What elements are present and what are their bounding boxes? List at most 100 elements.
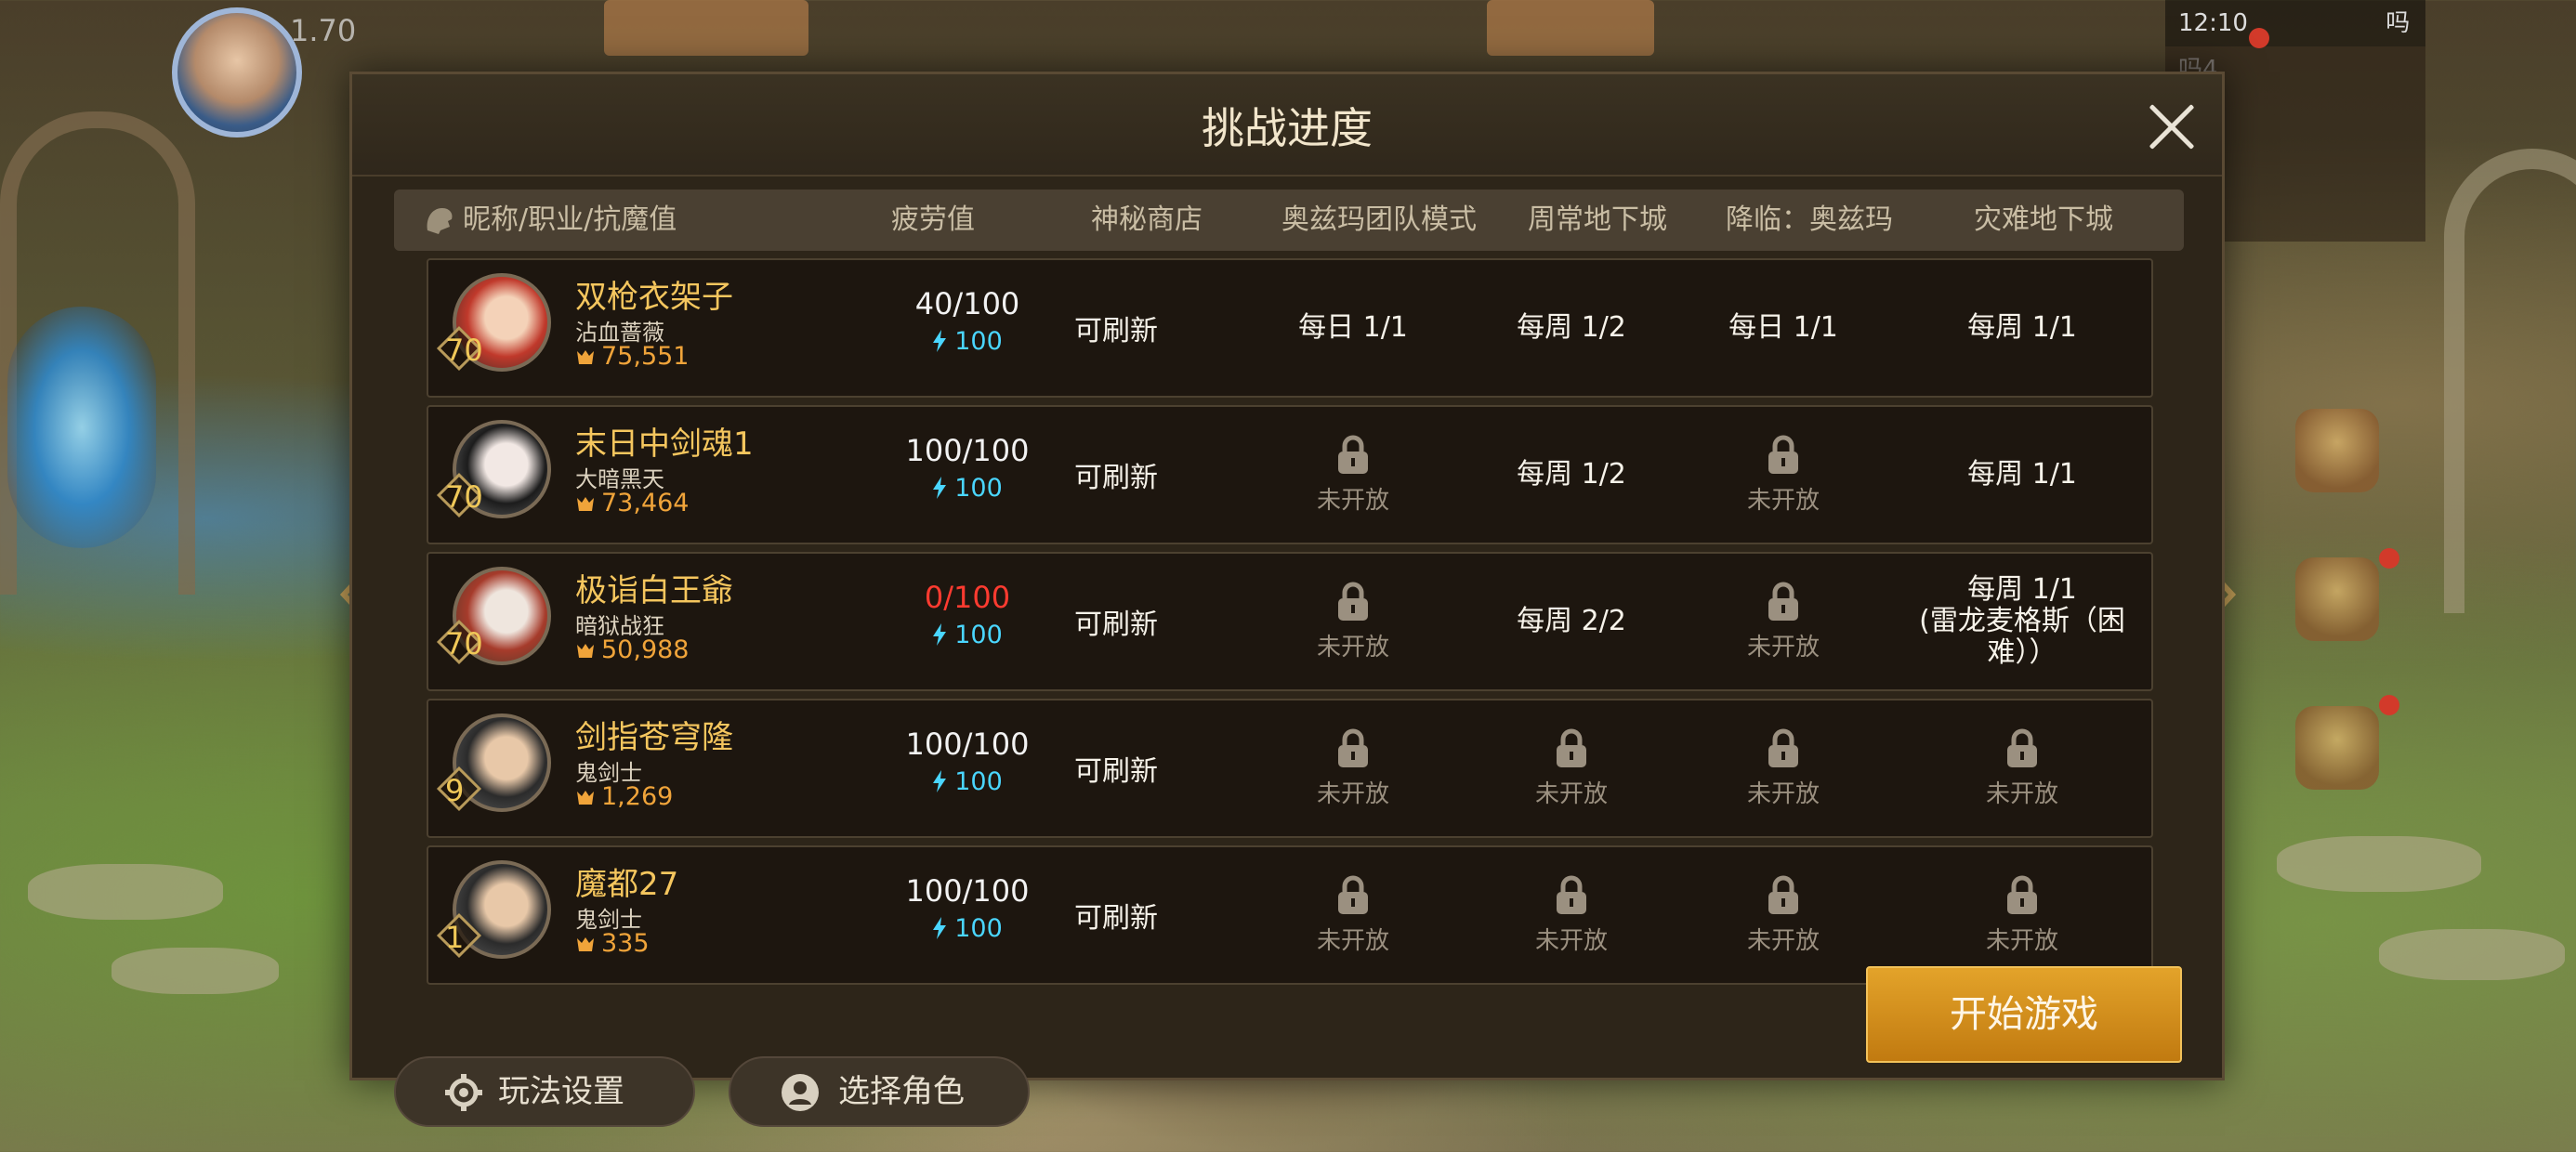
ozma-raid-status: 未开放 (1228, 554, 1479, 689)
column-header-weekly-dungeon: 周常地下城 (1528, 203, 1667, 236)
anti-demon-value: 75,551 (601, 342, 690, 371)
lock-icon (2007, 728, 2037, 767)
character-name: 双枪衣架子 (575, 279, 733, 316)
character-level: 70 (445, 479, 483, 515)
character-list[interactable]: 70 双枪衣架子 沾血蔷薇 75,551 40/100 100 可刷新 每日 1/1 每周 1/… (427, 258, 2153, 1013)
ozma-descent-status: 每日 1/1 (1667, 260, 1899, 396)
ozma-descent-status: 未开放 (1667, 847, 1899, 983)
demon-mask-icon (577, 937, 594, 951)
level-badge: 70 (436, 472, 490, 518)
character-name: 末日中剑魂1 (575, 425, 754, 463)
character-row[interactable]: 9 剑指苍穹隆 鬼剑士 1,269 100/100 100 可刷新 未开放 未开放 未开放 未开放 (427, 699, 2153, 838)
dialog-header: 挑战进度 (352, 74, 2222, 177)
mystery-shop-status: 可刷新 (1074, 462, 1158, 494)
progress-text: 每周 2/2 (1517, 605, 1626, 637)
demon-mask-icon (577, 350, 594, 364)
progress-text: 每周 1/1 (1967, 311, 2077, 344)
demon-mask-icon (577, 791, 594, 805)
column-header-ozma-raid: 奥兹玛团队模式 (1281, 203, 1477, 236)
lock-icon (1768, 728, 1798, 767)
device-status-bar: 12:10 吗吗4 (2165, 0, 2425, 84)
disaster-dungeon-status: 每周 1/1 (1906, 407, 2138, 543)
weekly-dungeon-status: 每周 1/2 (1479, 260, 1664, 396)
player-level-readout: 1.70 (290, 13, 357, 48)
character-row[interactable]: 70 双枪衣架子 沾血蔷薇 75,551 40/100 100 可刷新 每日 1/1 每周 1/… (427, 258, 2153, 398)
level-badge: 1 (436, 912, 490, 959)
progress-text: 每周 1/1 (1967, 573, 2077, 606)
background-menu-icon (2295, 409, 2379, 492)
locked-label: 未开放 (1746, 779, 1820, 808)
background-arch-right (2444, 149, 2576, 613)
mystery-shop-status: 可刷新 (1074, 315, 1158, 347)
ozma-descent-status: 未开放 (1667, 700, 1899, 836)
weekly-dungeon-status: 未开放 (1479, 847, 1664, 983)
character-name: 剑指苍穹隆 (575, 719, 733, 756)
weekly-dungeon-status: 未开放 (1479, 700, 1664, 836)
lock-icon (1338, 435, 1368, 474)
progress-detail: (雷龙麦格斯（困难）） (1919, 605, 2125, 669)
ozma-raid-status: 每日 1/1 (1228, 260, 1479, 396)
player-portrait[interactable] (172, 7, 302, 137)
lock-icon (1338, 728, 1368, 767)
ozma-descent-status: 未开放 (1667, 407, 1899, 543)
character-row[interactable]: 70 极诣白王爺 暗狱战狂 50,988 0/100 100 可刷新 未开放 每周 2/2 未开放… (427, 552, 2153, 691)
ozma-raid-status: 未开放 (1228, 407, 1479, 543)
lock-icon (1768, 875, 1798, 914)
mystery-shop-status: 可刷新 (1074, 755, 1158, 788)
locked-label: 未开放 (1985, 926, 2058, 955)
select-character-button[interactable]: 选择角色 (729, 1056, 1030, 1127)
lock-icon (1557, 875, 1586, 914)
energy-value: 100 (954, 914, 1003, 943)
background-stone (28, 864, 223, 920)
locked-label: 未开放 (1985, 779, 2058, 808)
column-header-disaster-dungeon: 灾难地下城 (1974, 203, 2113, 236)
ozma-descent-status: 未开放 (1667, 554, 1899, 689)
anti-demon-value: 50,988 (601, 635, 690, 664)
close-icon[interactable] (2146, 100, 2198, 152)
notification-dot (2379, 695, 2399, 715)
disaster-dungeon-status: 未开放 (1906, 847, 2138, 983)
background-menu-icon (2295, 706, 2379, 790)
energy-value: 100 (954, 474, 1003, 503)
demon-head-icon (427, 208, 453, 234)
background-stone (112, 948, 279, 994)
energy-value: 100 (954, 767, 1003, 796)
progress-text: 每周 1/2 (1517, 311, 1626, 344)
level-badge: 9 (436, 766, 490, 812)
anti-demon-value: 1,269 (601, 782, 674, 811)
background-portal (7, 307, 156, 548)
background-menu-icon (2295, 557, 2379, 641)
start-game-label: 开始游戏 (1950, 993, 2098, 1036)
background-stone (2277, 836, 2481, 892)
column-header-shop: 神秘商店 (1091, 203, 1203, 236)
notification-dot (2249, 28, 2269, 48)
level-badge: 70 (436, 619, 490, 665)
start-game-button[interactable]: 开始游戏 (1866, 966, 2182, 1063)
locked-label: 未开放 (1746, 486, 1820, 515)
table-header: 昵称/职业/抗魔值 疲劳值 神秘商店 奥兹玛团队模式 周常地下城 降临：奥兹玛 … (394, 190, 2184, 251)
demon-mask-icon (577, 644, 594, 658)
column-header-ozma-descent: 降临：奥兹玛 (1726, 203, 1893, 236)
locked-label: 未开放 (1316, 486, 1389, 515)
disaster-dungeon-status: 未开放 (1906, 700, 2138, 836)
gameplay-settings-label: 玩法设置 (498, 1073, 624, 1110)
character-row[interactable]: 1 魔都27 鬼剑士 335 100/100 100 可刷新 未开放 未开放 未开放 未开放 (427, 845, 2153, 985)
locked-label: 未开放 (1316, 926, 1389, 955)
background-sign (1487, 0, 1654, 56)
locked-label: 未开放 (1316, 779, 1389, 808)
notification-dot (2379, 548, 2399, 569)
locked-label: 未开放 (1534, 779, 1608, 808)
lock-icon (1338, 582, 1368, 621)
status-time: 12:10 (2178, 9, 2248, 37)
character-swap-icon (782, 1074, 819, 1111)
progress-text: 每日 1/1 (1298, 311, 1408, 344)
character-row[interactable]: 70 末日中剑魂1 大暗黑天 73,464 100/100 100 可刷新 未开放 每周 1/2… (427, 405, 2153, 544)
weekly-dungeon-status: 每周 1/2 (1479, 407, 1664, 543)
gameplay-settings-button[interactable]: 玩法设置 (394, 1056, 695, 1127)
gear-icon (445, 1074, 482, 1111)
progress-text: 每周 1/2 (1517, 458, 1626, 491)
dialog-title: 挑战进度 (1202, 103, 1373, 153)
level-badge: 70 (436, 325, 490, 372)
character-level: 1 (445, 920, 465, 955)
lock-icon (1338, 875, 1368, 914)
